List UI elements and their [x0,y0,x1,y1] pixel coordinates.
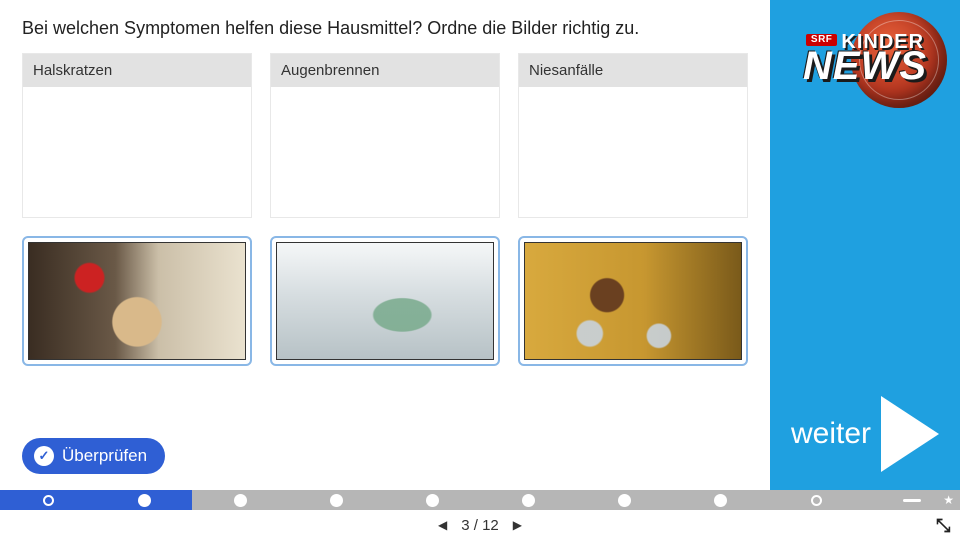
play-triangle-icon [881,396,939,472]
question-text: Bei welchen Symptomen helfen diese Hausm… [22,18,748,39]
drop-slot[interactable]: Halskratzen [22,53,252,218]
fullscreen-toggle-icon[interactable]: ⤢ [932,518,953,532]
progress-segment[interactable] [96,490,192,510]
drop-row: Halskratzen Augenbrennen Niesanfälle [22,53,748,218]
prev-page-button[interactable]: ◀ [438,518,447,532]
main-panel: Bei welchen Symptomen helfen diese Hausm… [0,0,770,490]
star-icon: ★ [943,493,954,507]
next-label: weiter [791,417,871,451]
dot-icon [330,494,343,507]
pager-current: 3 [461,517,469,534]
check-circle-icon: ✓ [34,446,54,466]
ring-icon [811,495,822,506]
drop-slot[interactable]: Niesanfälle [518,53,748,218]
side-panel: SRFKINDER NEWS weiter [770,0,960,490]
drag-item[interactable] [518,236,748,366]
check-button-label: Überprüfen [62,446,147,466]
logo-text: SRFKINDER NEWS [803,34,927,83]
progress-segment[interactable] [288,490,384,510]
drop-slot-label: Augenbrennen [271,54,499,87]
dot-icon [138,494,151,507]
check-button[interactable]: ✓ Überprüfen [22,438,165,474]
drag-thumbnail [28,242,246,360]
drag-item[interactable] [270,236,500,366]
progress-bar: ★ [0,490,960,510]
dot-icon [618,494,631,507]
pager-text: 3 / 12 [461,517,499,534]
dot-icon [714,494,727,507]
progress-segment[interactable] [480,490,576,510]
app-root: Bei welchen Symptomen helfen diese Hausm… [0,0,960,540]
next-page-button[interactable]: ▶ [513,518,522,532]
next-button[interactable]: weiter [770,396,960,472]
drag-thumbnail [276,242,494,360]
drop-slot-body[interactable] [23,87,251,217]
drag-item[interactable] [22,236,252,366]
progress-segment[interactable] [0,490,96,510]
drag-thumbnail [524,242,742,360]
pager-total: 12 [482,517,499,534]
ring-icon [43,495,54,506]
dot-icon [522,494,535,507]
dash-icon [903,499,921,502]
pager-separator: / [470,517,483,534]
drag-row [22,236,748,366]
drop-slot-body[interactable] [271,87,499,217]
progress-segment[interactable] [576,490,672,510]
drop-slot-label: Niesanfälle [519,54,747,87]
progress-segment[interactable] [384,490,480,510]
drop-slot[interactable]: Augenbrennen [270,53,500,218]
progress-segment[interactable] [768,490,864,510]
drop-slot-label: Halskratzen [23,54,251,87]
upper-region: Bei welchen Symptomen helfen diese Hausm… [0,0,960,490]
progress-segment[interactable] [672,490,768,510]
progress-segment[interactable] [192,490,288,510]
brand-logo: SRFKINDER NEWS [777,8,953,108]
pager-bar: ◀ 3 / 12 ▶ ⤢ [0,510,960,540]
logo-line2: NEWS [803,49,927,83]
progress-segment[interactable]: ★ [864,490,960,510]
dot-icon [234,494,247,507]
dot-icon [426,494,439,507]
drop-slot-body[interactable] [519,87,747,217]
